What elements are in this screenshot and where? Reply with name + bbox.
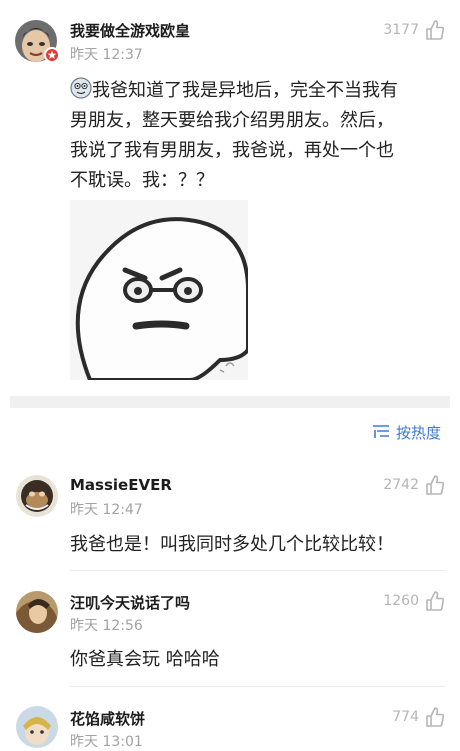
comment-body: 我爸知道了我是异地后，完全不当我有 男朋友，整天要给我介绍男朋友。然后， 我说了… xyxy=(70,76,450,196)
username[interactable]: MassieEVER xyxy=(70,476,172,494)
thumbs-up-icon xyxy=(426,591,445,611)
thumbs-up-icon xyxy=(426,707,445,727)
username[interactable]: 花馅咸软饼 xyxy=(70,708,145,729)
like-button[interactable]: 3177 xyxy=(370,19,445,43)
divider xyxy=(70,686,446,687)
comment-text-line-4: 不耽误。我：？？ xyxy=(70,170,214,191)
sort-label: 按热度 xyxy=(396,424,442,442)
user-avatar[interactable] xyxy=(16,591,58,633)
avatar-image xyxy=(16,591,58,633)
avatar-image xyxy=(16,475,58,517)
sort-icon xyxy=(373,425,389,438)
comment-time: 昨天 13:01 xyxy=(70,734,143,750)
meme-face-image xyxy=(70,200,248,380)
section-divider xyxy=(10,396,450,408)
like-button[interactable]: 774 xyxy=(370,706,445,730)
like-count: 2742 xyxy=(383,477,419,493)
comment-text-line-2: 男朋友，整天要给我介绍男朋友。然后， xyxy=(70,110,394,131)
like-button[interactable]: 1260 xyxy=(370,590,445,614)
reply-text: 我爸也是！叫我同时多处几个比较比较！ xyxy=(70,534,394,555)
divider xyxy=(70,570,446,571)
thumbs-up-icon xyxy=(426,20,445,40)
verified-badge xyxy=(44,47,60,63)
like-button[interactable]: 2742 xyxy=(370,474,445,498)
meme-sticker-image[interactable] xyxy=(70,200,248,380)
username[interactable]: 我要做全游戏欧皇 xyxy=(70,20,190,41)
comment-time: 昨天 12:56 xyxy=(70,618,143,634)
user-avatar[interactable] xyxy=(16,475,58,517)
comment-text-line-1: 我爸知道了我是异地后，完全不当我有 xyxy=(92,80,398,101)
comment-time: 昨天 12:47 xyxy=(70,502,143,518)
reply-text: 你爸真会玩 哈哈哈 xyxy=(70,649,220,670)
comment-time: 昨天 12:37 xyxy=(70,47,143,63)
thumbs-up-icon xyxy=(426,475,445,495)
comment-text-line-3: 我说了我有男朋友，我爸说，再处一个也 xyxy=(70,140,394,161)
star-icon xyxy=(47,50,57,59)
like-count: 1260 xyxy=(383,593,419,609)
like-count: 3177 xyxy=(383,22,419,38)
avatar-image xyxy=(16,706,58,748)
user-avatar[interactable] xyxy=(16,706,58,748)
emoji-icon xyxy=(70,77,92,99)
username[interactable]: 汪叽今天说话了吗 xyxy=(70,592,190,613)
like-count: 774 xyxy=(392,709,419,725)
sort-by-hot-button[interactable]: 按热度 xyxy=(372,421,448,443)
